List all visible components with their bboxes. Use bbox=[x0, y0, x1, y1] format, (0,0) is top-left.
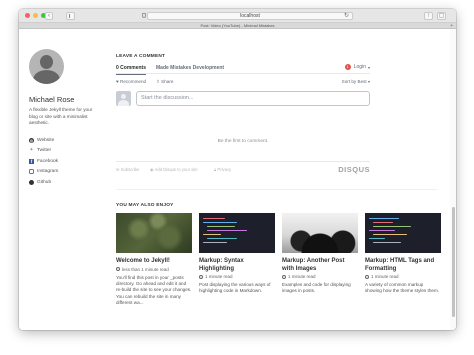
browser-toolbar: ‹ localhost ↻ ↑ ▢ bbox=[19, 9, 456, 23]
window-controls bbox=[25, 13, 46, 18]
read-time: less than 1 minute read bbox=[122, 266, 169, 272]
address-bar[interactable]: localhost ↻ bbox=[147, 12, 353, 20]
address-text: localhost bbox=[240, 13, 260, 19]
link-label: Facebook bbox=[37, 158, 59, 164]
subscribe-link[interactable]: ✉ Subscribe bbox=[116, 167, 139, 172]
scrollbar-thumb[interactable] bbox=[452, 207, 455, 317]
privacy-shield-icon[interactable] bbox=[142, 13, 146, 18]
sidebar-toggle-icon[interactable] bbox=[66, 12, 75, 20]
card-meta: 1 minute read bbox=[199, 274, 275, 279]
disqus-logo[interactable]: DISQUS bbox=[338, 165, 370, 174]
card-excerpt: Post displaying the various ways of high… bbox=[199, 282, 271, 294]
instagram-icon bbox=[29, 169, 34, 175]
card-title[interactable]: Markup: HTML Tags and Formatting bbox=[365, 258, 441, 273]
author-links: ◍ Website ✦ Twitter f Facebook Instagram… bbox=[29, 135, 58, 188]
sort-label: Sort by Best bbox=[341, 79, 367, 84]
card-excerpt: Examples and code for displaying images … bbox=[282, 282, 351, 294]
read-time: 1 minute read bbox=[205, 274, 233, 279]
card-meta: less than 1 minute read bbox=[116, 267, 192, 272]
author-avatar bbox=[29, 49, 64, 84]
card-thumbnail[interactable] bbox=[282, 213, 358, 253]
link-twitter[interactable]: ✦ Twitter bbox=[29, 146, 58, 157]
privacy-link[interactable]: 🔒︎ Privacy bbox=[214, 167, 231, 172]
share-button[interactable]: ⇪ Share bbox=[156, 79, 173, 85]
card-thumbnail[interactable] bbox=[116, 213, 192, 253]
card-meta: 1 minute read bbox=[365, 274, 441, 279]
globe-icon: ◍ bbox=[29, 137, 34, 143]
clock-icon bbox=[116, 267, 120, 271]
author-bio: A flexible Jekyll theme for your blog or… bbox=[29, 107, 93, 125]
share-icon: ⇪ bbox=[156, 79, 160, 84]
section-divider bbox=[116, 189, 437, 190]
recommend-label: Recommend bbox=[120, 79, 147, 84]
page-content: Michael Rose A flexible Jekyll theme for… bbox=[19, 29, 456, 330]
related-card[interactable]: Markup: HTML Tags and Formatting 1 minut… bbox=[365, 213, 441, 295]
card-thumbnail[interactable] bbox=[199, 213, 275, 253]
browser-window: ‹ localhost ↻ ↑ ▢ Post: Video (YouTube) … bbox=[19, 9, 456, 330]
recommend-button[interactable]: ♥ Recommend bbox=[116, 79, 146, 84]
card-excerpt: You'll find this post in your _posts dir… bbox=[116, 274, 192, 306]
login-button[interactable]: 1 Login ▾ bbox=[344, 64, 370, 70]
link-label: Twitter bbox=[37, 148, 52, 154]
notification-badge: 1 bbox=[344, 64, 351, 70]
card-title[interactable]: Welcome to Jekyll! bbox=[116, 258, 192, 266]
related-heading: YOU MAY ALSO ENJOY bbox=[116, 203, 174, 208]
link-website[interactable]: ◍ Website bbox=[29, 135, 58, 146]
read-time: 1 minute read bbox=[371, 274, 399, 279]
tab-active[interactable]: Post: Video (YouTube) - Minimal Mistakes bbox=[200, 23, 274, 28]
card-title[interactable]: Markup: Another Post with Images bbox=[282, 258, 358, 273]
chevron-down-icon: ▾ bbox=[367, 79, 370, 84]
link-github[interactable]: Github bbox=[29, 177, 58, 188]
comments-heading: LEAVE A COMMENT bbox=[116, 54, 166, 59]
tabs-overview-icon[interactable]: ▢ bbox=[437, 12, 446, 20]
related-card[interactable]: Markup: Syntax Highlighting 1 minute rea… bbox=[199, 213, 275, 295]
minimize-window-button[interactable] bbox=[33, 13, 38, 18]
chevron-down-icon: ▾ bbox=[367, 64, 370, 70]
clock-icon bbox=[365, 274, 369, 279]
subscribe-label: Subscribe bbox=[120, 167, 140, 172]
add-disqus-label: Add Disqus to your site bbox=[154, 167, 198, 172]
read-time: 1 minute read bbox=[288, 274, 316, 279]
related-card[interactable]: Markup: Another Post with Images 1 minut… bbox=[282, 213, 358, 295]
disqus-nav: 0 Comments Made Mistakes Development 1 L… bbox=[116, 64, 370, 75]
card-meta: 1 minute read bbox=[282, 274, 358, 279]
facebook-icon: f bbox=[29, 158, 34, 164]
login-label: Login bbox=[353, 64, 366, 70]
clock-icon bbox=[199, 274, 203, 279]
reload-icon[interactable]: ↻ bbox=[344, 13, 349, 19]
link-label: Website bbox=[37, 137, 55, 143]
link-label: Instagram bbox=[37, 169, 59, 175]
card-title[interactable]: Markup: Syntax Highlighting bbox=[199, 258, 275, 273]
twitter-icon: ✦ bbox=[29, 147, 34, 154]
tab-comments[interactable]: 0 Comments bbox=[116, 65, 147, 75]
related-card[interactable]: Welcome to Jekyll! less than 1 minute re… bbox=[116, 213, 192, 307]
user-avatar bbox=[116, 91, 131, 106]
link-facebook[interactable]: f Facebook bbox=[29, 156, 58, 167]
card-excerpt: A variety of common markup showing how t… bbox=[365, 282, 440, 294]
card-thumbnail[interactable] bbox=[365, 213, 441, 253]
close-window-button[interactable] bbox=[25, 13, 30, 18]
share-label: Share bbox=[161, 79, 174, 84]
add-disqus-link[interactable]: ◉ Add Disqus to your site bbox=[150, 167, 198, 172]
privacy-label: Privacy bbox=[217, 167, 232, 172]
discussion-input[interactable]: Start the discussion... bbox=[136, 91, 370, 106]
scrollbar[interactable] bbox=[450, 29, 456, 330]
link-label: Github bbox=[37, 179, 52, 185]
clock-icon bbox=[282, 274, 286, 279]
sort-dropdown[interactable]: Sort by Best ▾ bbox=[342, 79, 370, 84]
heart-icon: ♥ bbox=[116, 79, 119, 84]
back-arrow-icon[interactable]: ‹ bbox=[45, 12, 53, 20]
link-instagram[interactable]: Instagram bbox=[29, 167, 58, 178]
github-icon bbox=[29, 179, 34, 185]
divider bbox=[116, 161, 370, 162]
share-icon[interactable]: ↑ bbox=[424, 12, 433, 20]
empty-comments-text: Be the first to comment. bbox=[217, 139, 269, 144]
author-name: Michael Rose bbox=[29, 95, 75, 104]
tab-community[interactable]: Made Mistakes Development bbox=[156, 65, 224, 71]
